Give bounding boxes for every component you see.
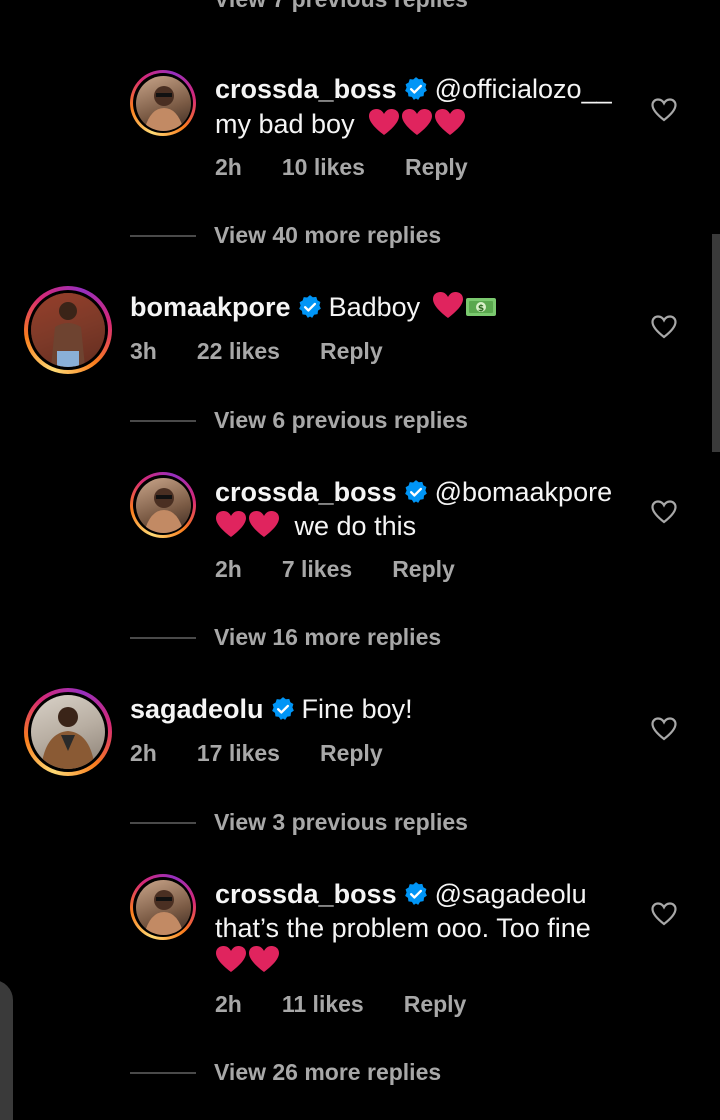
red-heart-emoji	[434, 108, 466, 144]
avatar[interactable]	[130, 472, 196, 538]
bomaakpore-avatar	[31, 293, 105, 367]
crossda-boss-avatar	[135, 75, 191, 131]
comment-text: we do this	[294, 511, 417, 541]
sagadeolu-avatar	[31, 695, 105, 769]
edge-panel-handle[interactable]	[0, 980, 13, 1120]
view-previous-replies[interactable]: View 6 previous replies	[130, 407, 468, 434]
likes-count[interactable]: 22 likes	[197, 338, 280, 365]
comment-text: Fine boy!	[301, 694, 413, 724]
crossda-boss-avatar	[135, 879, 191, 935]
red-heart-emoji	[432, 291, 464, 327]
divider	[130, 821, 196, 824]
verified-badge-icon	[403, 76, 429, 110]
avatar[interactable]	[130, 70, 196, 136]
svg-text:$: $	[478, 304, 484, 314]
comments-screen: { "top_partial": { "label": "View 7 prev…	[0, 0, 720, 1120]
likes-count[interactable]: 11 likes	[282, 991, 364, 1018]
reply-button[interactable]: Reply	[320, 740, 383, 767]
red-heart-emoji	[215, 510, 247, 546]
view-replies-label: View 3 previous replies	[214, 809, 468, 835]
view-replies-label: View 26 more replies	[214, 1059, 442, 1085]
view-previous-replies-partial[interactable]: View 7 previous replies	[130, 0, 530, 26]
red-heart-emoji	[215, 945, 247, 981]
view-replies-label: View 7 previous replies	[214, 0, 468, 13]
username[interactable]: crossda_boss	[215, 74, 397, 104]
reply-button[interactable]: Reply	[405, 154, 468, 181]
verified-badge-icon	[270, 696, 296, 730]
verified-badge-icon	[403, 881, 429, 915]
avatar[interactable]	[130, 874, 196, 940]
divider	[130, 636, 196, 639]
view-replies-label: View 40 more replies	[214, 222, 442, 248]
reply-button[interactable]: Reply	[392, 556, 455, 583]
comment-time: 2h	[215, 556, 242, 582]
red-heart-emoji	[248, 510, 280, 546]
divider	[130, 419, 196, 422]
comment-time: 2h	[215, 154, 242, 180]
username[interactable]: crossda_boss	[215, 879, 397, 909]
crossda-boss-avatar	[135, 477, 191, 533]
comment-time: 3h	[130, 338, 157, 364]
divider	[130, 234, 196, 237]
likes-count[interactable]: 10 likes	[282, 154, 365, 181]
comment-text: that’s the problem ooo. Too fine	[215, 913, 591, 943]
view-more-replies[interactable]: View 26 more replies	[130, 1059, 441, 1086]
username[interactable]: crossda_boss	[215, 477, 397, 507]
likes-count[interactable]: 17 likes	[197, 740, 280, 767]
scrollbar[interactable]	[712, 234, 720, 452]
view-previous-replies[interactable]: View 3 previous replies	[130, 809, 468, 836]
comment-time: 2h	[130, 740, 157, 766]
reply-button[interactable]: Reply	[320, 338, 383, 365]
reply-button[interactable]: Reply	[404, 991, 467, 1018]
comment-time: 2h	[215, 991, 242, 1017]
dollar-banknote-emoji: $	[465, 293, 497, 327]
like-heart-icon[interactable]	[651, 98, 677, 122]
comment-text: Badboy	[328, 292, 421, 322]
divider	[130, 1071, 196, 1074]
mention-link[interactable]: @officialozo__	[435, 74, 612, 104]
like-heart-icon[interactable]	[651, 500, 677, 524]
verified-badge-icon	[403, 479, 429, 513]
mention-link[interactable]: @sagadeolu	[435, 879, 587, 909]
like-heart-icon[interactable]	[651, 315, 677, 339]
verified-badge-icon	[297, 294, 323, 328]
username[interactable]: bomaakpore	[130, 292, 291, 322]
comment-text: my bad boy	[215, 109, 355, 139]
username[interactable]: sagadeolu	[130, 694, 264, 724]
red-heart-emoji	[401, 108, 433, 144]
view-replies-label: View 6 previous replies	[214, 407, 468, 433]
avatar[interactable]	[24, 688, 112, 776]
mention-link[interactable]: @bomaakpore	[435, 477, 613, 507]
likes-count[interactable]: 7 likes	[282, 556, 352, 583]
like-heart-icon[interactable]	[651, 902, 677, 926]
view-more-replies[interactable]: View 16 more replies	[130, 624, 441, 651]
red-heart-emoji	[248, 945, 280, 981]
avatar[interactable]	[24, 286, 112, 374]
view-replies-label: View 16 more replies	[214, 624, 442, 650]
like-heart-icon[interactable]	[651, 717, 677, 741]
view-more-replies[interactable]: View 40 more replies	[130, 222, 441, 249]
red-heart-emoji	[368, 108, 400, 144]
